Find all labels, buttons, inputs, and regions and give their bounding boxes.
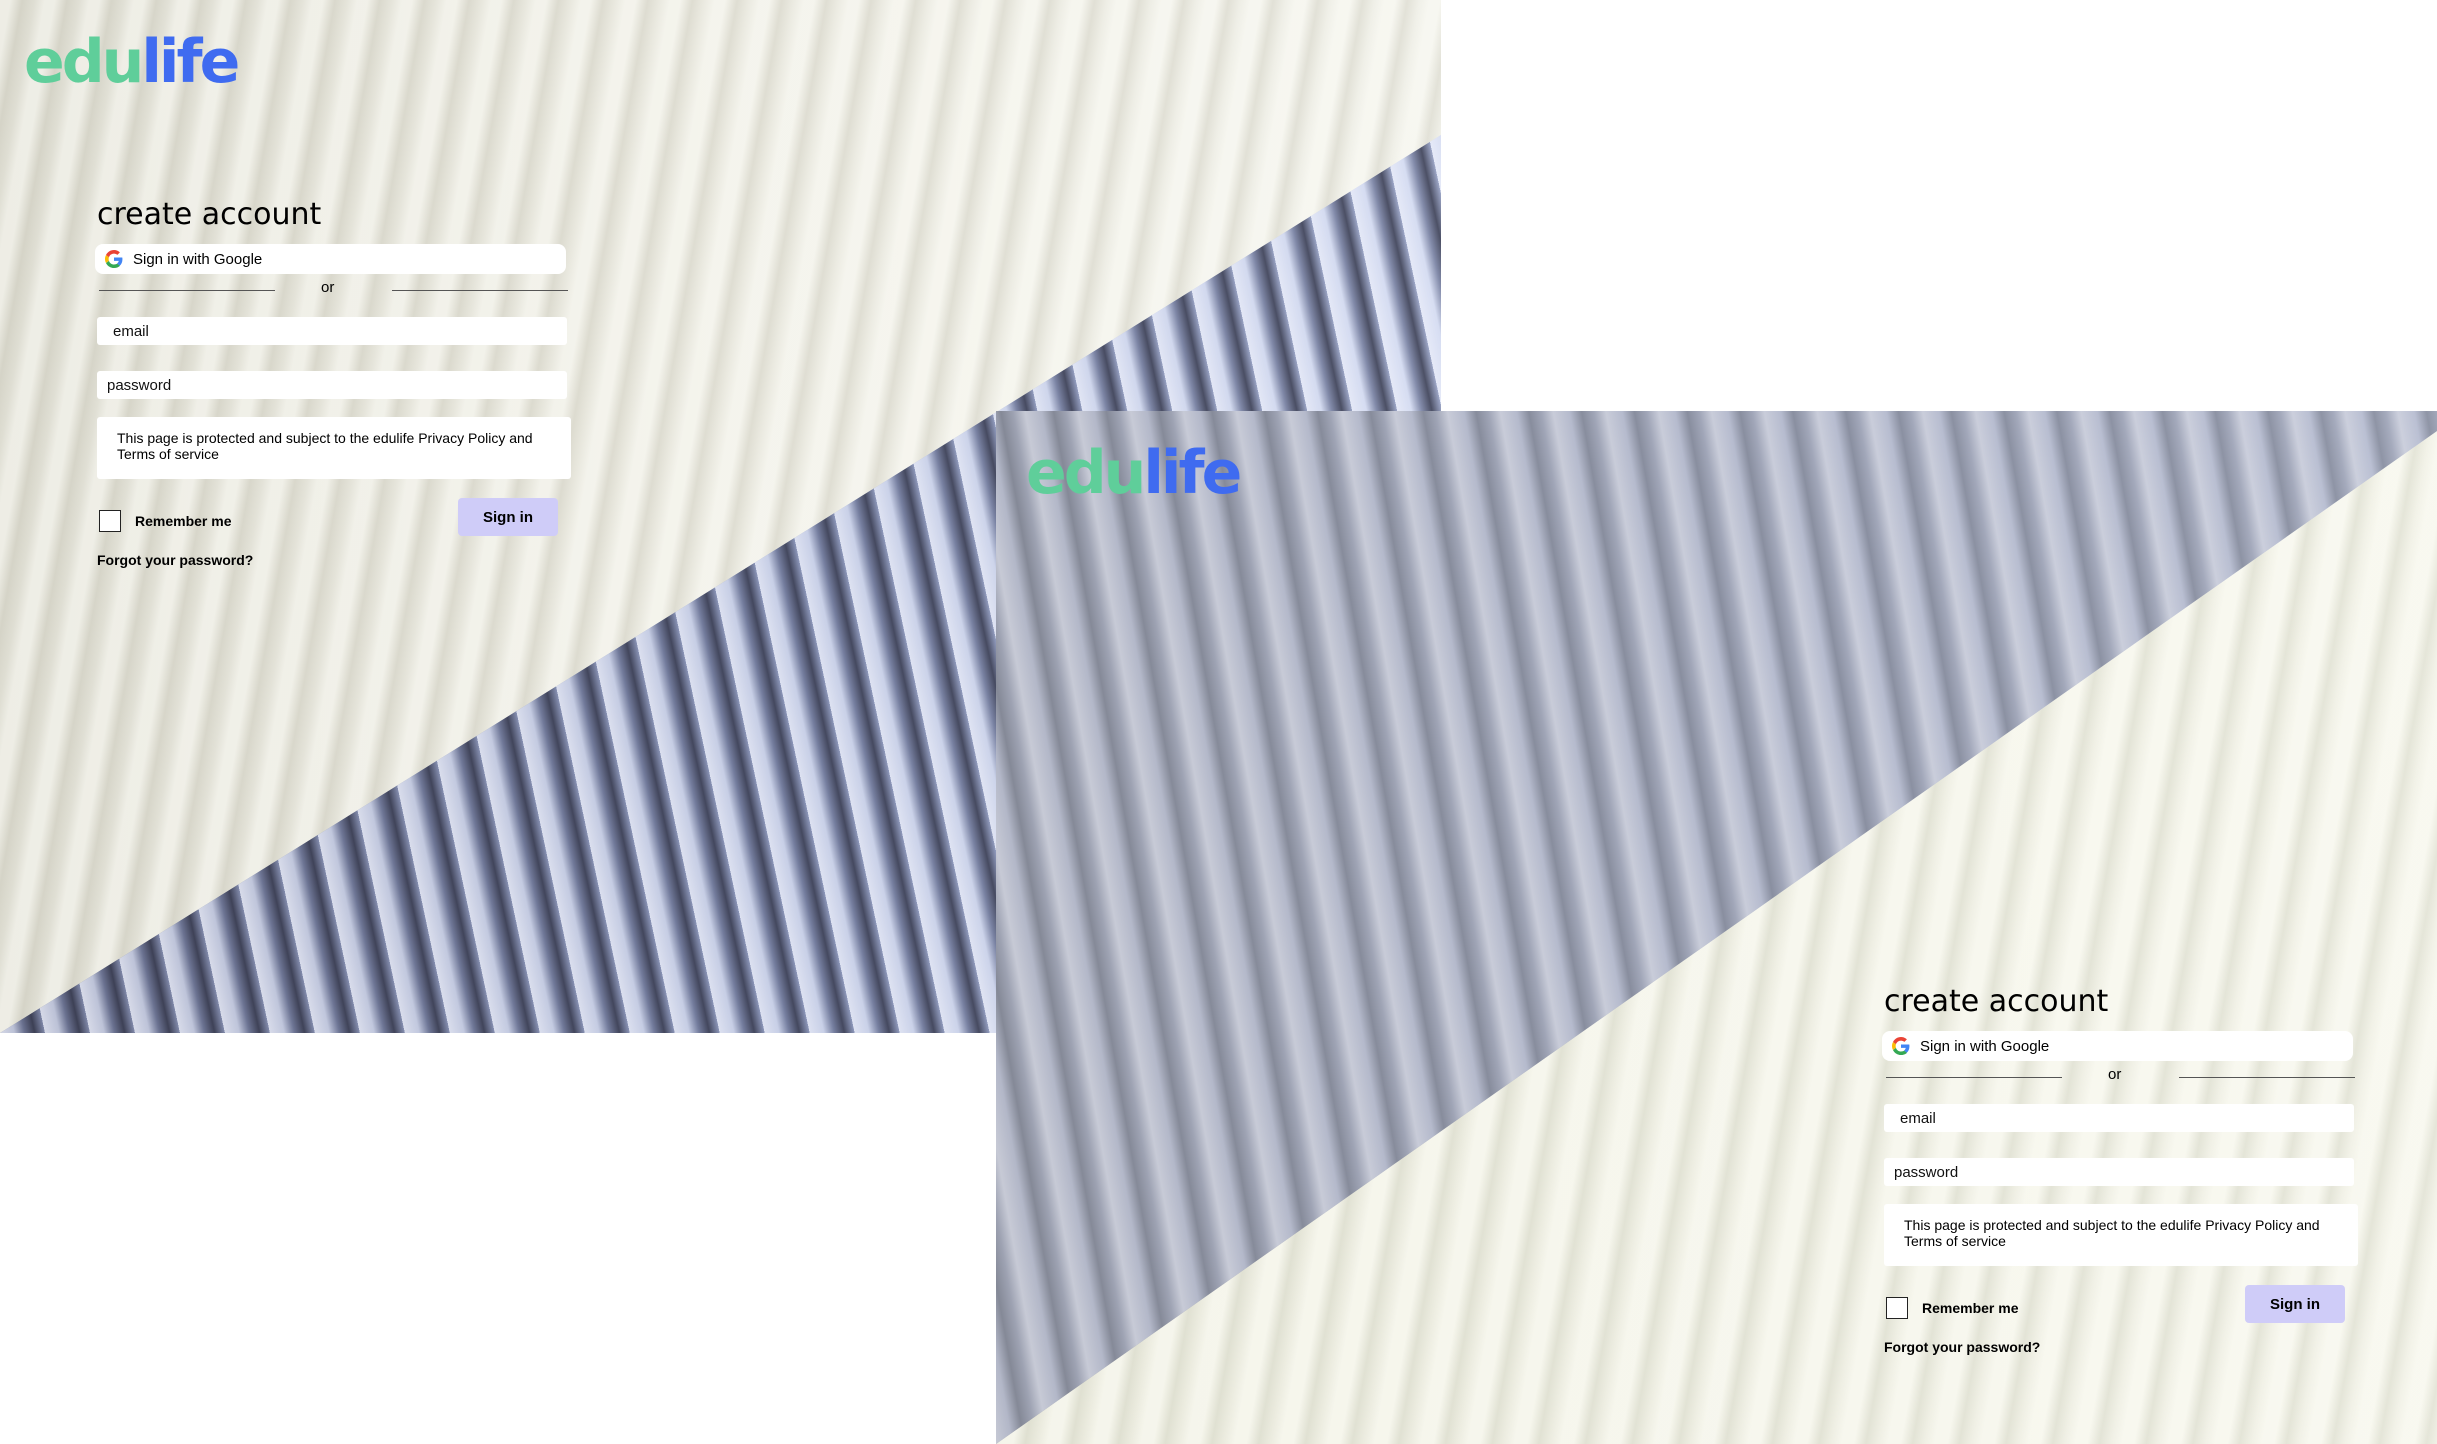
divider-line-right bbox=[392, 290, 568, 291]
logo-life: life bbox=[141, 27, 240, 97]
google-icon bbox=[105, 250, 123, 268]
remember-me-label: Remember me bbox=[135, 513, 232, 529]
or-label: or bbox=[321, 279, 335, 296]
screen-variant-b: edulife create account Sign in with Goog… bbox=[996, 411, 2437, 1444]
remember-me[interactable]: Remember me bbox=[1886, 1297, 2019, 1319]
or-label: or bbox=[2108, 1066, 2122, 1083]
brand-logo[interactable]: edulife bbox=[1026, 443, 1242, 503]
email-field[interactable]: email bbox=[1884, 1104, 2354, 1132]
password-field[interactable]: password bbox=[97, 371, 567, 399]
google-button-label: Sign in with Google bbox=[1920, 1037, 2050, 1055]
remember-me-checkbox[interactable] bbox=[99, 510, 121, 532]
sign-in-button[interactable]: Sign in bbox=[458, 498, 558, 536]
logo-edu: edu bbox=[24, 27, 144, 97]
brand-logo[interactable]: edulife bbox=[24, 32, 240, 92]
forgot-password-link[interactable]: Forgot your password? bbox=[1884, 1339, 2040, 1355]
divider-line-left bbox=[99, 290, 275, 291]
forgot-password-link[interactable]: Forgot your password? bbox=[97, 552, 253, 568]
page-title: create account bbox=[1884, 984, 2109, 1019]
divider-line-left bbox=[1886, 1077, 2062, 1078]
or-divider: or bbox=[99, 274, 569, 304]
privacy-notice: This page is protected and subject to th… bbox=[97, 417, 571, 479]
or-divider: or bbox=[1886, 1061, 2356, 1091]
google-signin-button[interactable]: Sign in with Google bbox=[95, 244, 566, 274]
email-field[interactable]: email bbox=[97, 317, 567, 345]
remember-me-checkbox[interactable] bbox=[1886, 1297, 1908, 1319]
remember-me[interactable]: Remember me bbox=[99, 510, 232, 532]
google-button-label: Sign in with Google bbox=[133, 250, 263, 268]
google-signin-button[interactable]: Sign in with Google bbox=[1882, 1031, 2353, 1061]
divider-line-right bbox=[2179, 1077, 2355, 1078]
logo-life: life bbox=[1143, 438, 1242, 508]
page-title: create account bbox=[97, 197, 322, 232]
sign-in-button[interactable]: Sign in bbox=[2245, 1285, 2345, 1323]
privacy-notice: This page is protected and subject to th… bbox=[1884, 1204, 2358, 1266]
remember-me-label: Remember me bbox=[1922, 1300, 2019, 1316]
logo-edu: edu bbox=[1026, 438, 1146, 508]
google-icon bbox=[1892, 1037, 1910, 1055]
password-field[interactable]: password bbox=[1884, 1158, 2354, 1186]
